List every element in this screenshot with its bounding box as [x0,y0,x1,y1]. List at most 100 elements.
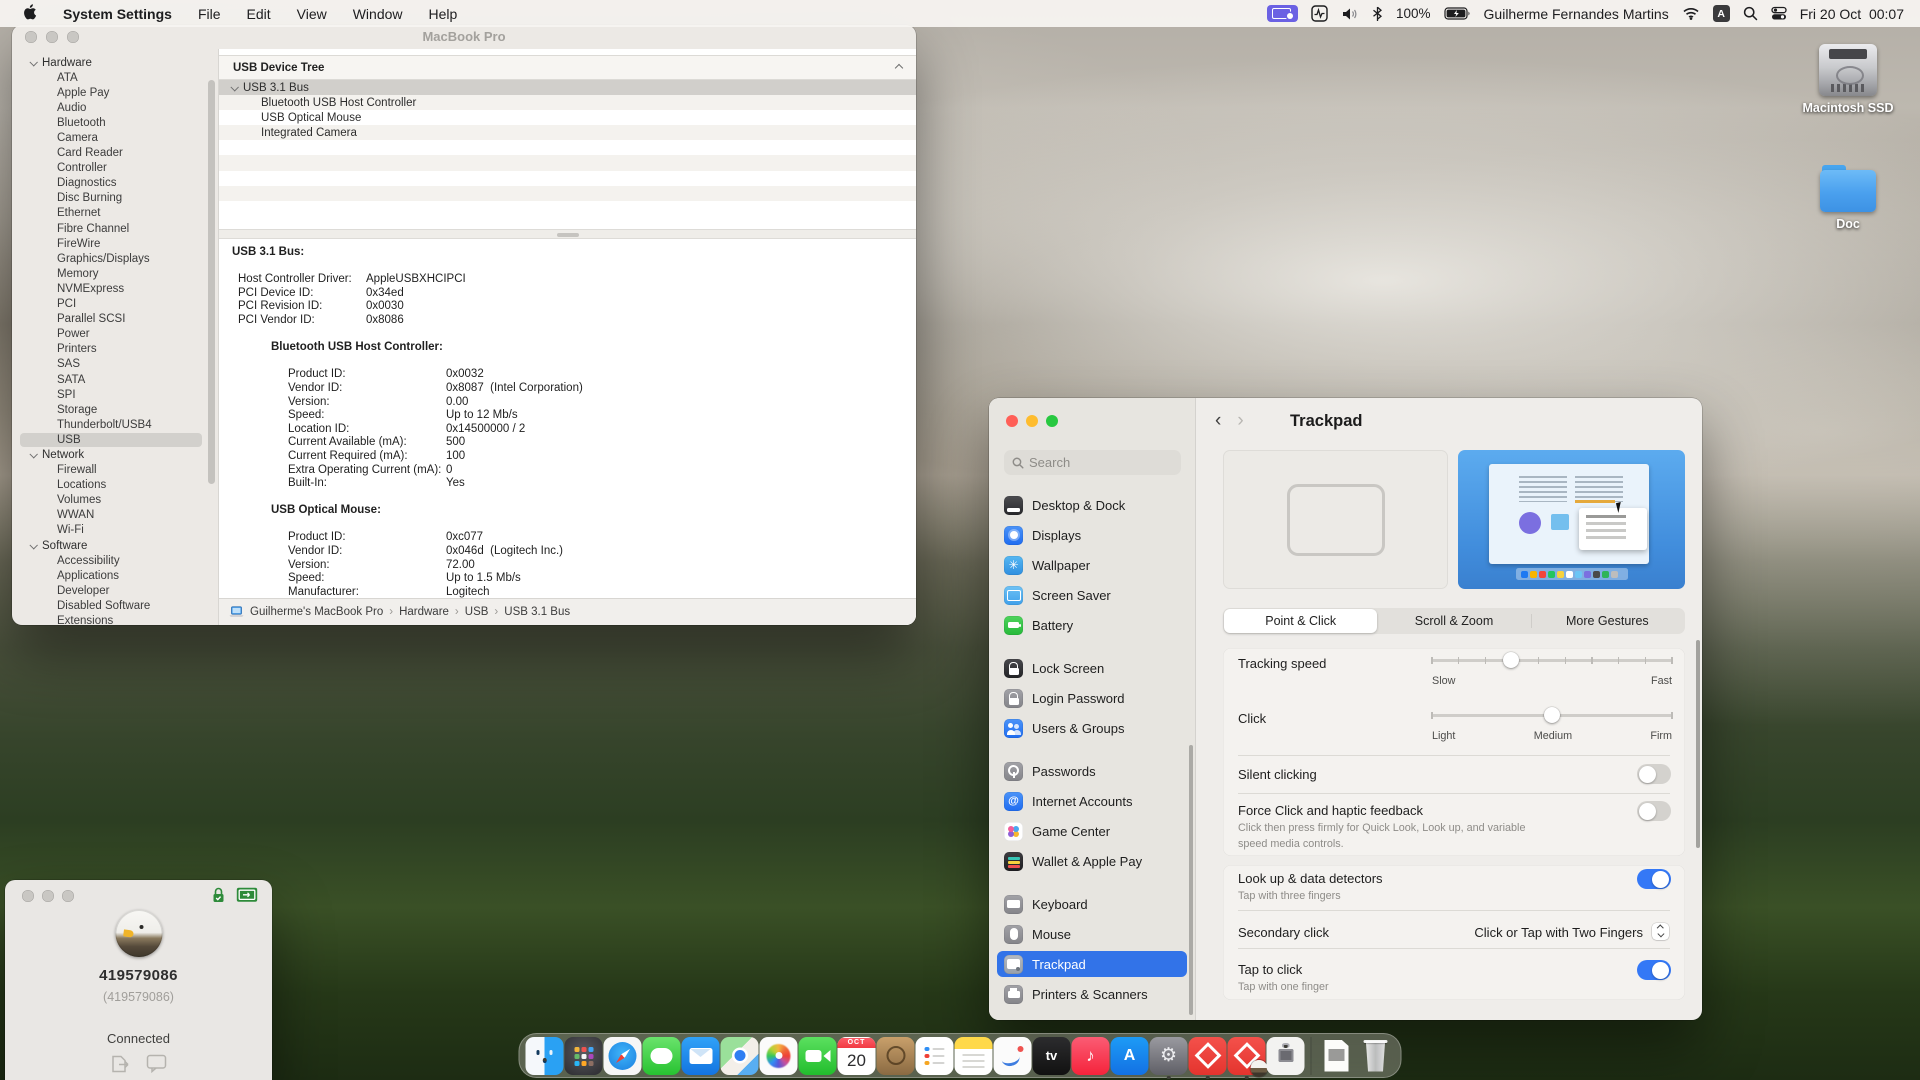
sysinfo-item-applications[interactable]: Applications [12,568,218,583]
sysinfo-item-spi[interactable]: SPI [12,387,218,402]
sysinfo-group-hardware[interactable]: Hardware [12,55,218,70]
sidebar-item-mouse[interactable]: Mouse [989,919,1195,949]
desktop-icon-macintosh-ssd[interactable]: Macintosh SSD [1788,44,1908,115]
sysinfo-item-sas[interactable]: SAS [12,357,218,372]
volume-icon[interactable] [1341,7,1359,21]
dock-photos-icon[interactable] [760,1037,798,1075]
dock-document-icon[interactable] [1318,1037,1356,1075]
search-icon[interactable] [1743,6,1758,21]
sysinfo-item-diagnostics[interactable]: Diagnostics [12,176,218,191]
sysinfo-item-developer[interactable]: Developer [12,583,218,598]
sidebar-item-screen-saver[interactable]: Screen Saver [989,580,1195,610]
file-transfer-icon[interactable] [110,1054,132,1079]
sidebar-item-passwords[interactable]: Passwords [989,756,1195,786]
tree-node-bluetooth-usb-host-controller[interactable]: Bluetooth USB Host Controller [219,95,916,110]
zoom-button[interactable] [62,890,74,902]
sysinfo-item-power[interactable]: Power [12,327,218,342]
sidebar-item-wallpaper[interactable]: ✳Wallpaper [989,550,1195,580]
tab-point-click[interactable]: Point & Click [1224,609,1377,633]
breadcrumb-item-usb-3-1-bus[interactable]: USB 3.1 Bus [504,606,570,618]
sysinfo-item-bluetooth[interactable]: Bluetooth [12,115,218,130]
secondary-click-stepper[interactable] [1652,923,1669,940]
sysinfo-item-volumes[interactable]: Volumes [12,493,218,508]
desktop-icon-doc[interactable]: Doc [1788,160,1908,231]
dock-notes-icon[interactable] [955,1037,993,1075]
sysinfo-item-usb[interactable]: USB [12,432,218,447]
dock-maps-icon[interactable] [721,1037,759,1075]
tab-more-gestures[interactable]: More Gestures [1531,609,1684,633]
tree-node-usb-optical-mouse[interactable]: USB Optical Mouse [219,110,916,125]
activity-monitor-icon[interactable] [1311,5,1328,22]
back-button[interactable]: ‹ [1215,410,1221,432]
apple-menu-icon[interactable] [22,3,37,24]
sysinfo-item-pci[interactable]: PCI [12,297,218,312]
sidebar-item-internet-accounts[interactable]: @Internet Accounts [989,786,1195,816]
dock-system-information-icon[interactable] [1267,1037,1305,1075]
sidebar-item-login-password[interactable]: Login Password [989,683,1195,713]
bluetooth-icon[interactable] [1372,6,1383,22]
dock-mail-icon[interactable] [682,1037,720,1075]
sysinfo-item-thunderbolt-usb4[interactable]: Thunderbolt/USB4 [12,417,218,432]
usb-device-tree-header[interactable]: USB Device Tree [219,55,916,80]
sysinfo-item-nvmexpress[interactable]: NVMExpress [12,281,218,296]
sysinfo-item-audio[interactable]: Audio [12,100,218,115]
sysinfo-item-controller[interactable]: Controller [12,161,218,176]
dock-safari-icon[interactable] [604,1037,642,1075]
breadcrumb-item-usb[interactable]: USB [465,606,489,618]
sysinfo-item-fibre-channel[interactable]: Fibre Channel [12,221,218,236]
sidebar-item-trackpad[interactable]: Trackpad [989,949,1195,979]
content-scrollbar[interactable] [1696,640,1700,848]
sysinfo-item-accessibility[interactable]: Accessibility [12,553,218,568]
splitter-handle[interactable] [219,229,916,239]
tap-to-click-toggle[interactable] [1637,960,1671,980]
menu-window[interactable]: Window [353,6,403,22]
dock-contacts-icon[interactable] [877,1037,915,1075]
sysinfo-item-sata[interactable]: SATA [12,372,218,387]
sysinfo-item-firewall[interactable]: Firewall [12,463,218,478]
minimize-button[interactable] [1026,415,1038,427]
sysinfo-item-storage[interactable]: Storage [12,402,218,417]
sidebar-item-desktop-dock[interactable]: Desktop & Dock [989,490,1195,520]
dock-calendar-icon[interactable]: OCT20 [838,1037,876,1075]
sysinfo-item-wwan[interactable]: WWAN [12,508,218,523]
screen-sharing-indicator-icon[interactable] [1267,5,1298,22]
tree-node-usb-3-1-bus[interactable]: USB 3.1 Bus [219,80,916,95]
sysinfo-group-network[interactable]: Network [12,447,218,462]
sidebar-item-printers-scanners[interactable]: Printers & Scanners [989,979,1195,1009]
sysinfo-item-card-reader[interactable]: Card Reader [12,146,218,161]
silent-clicking-toggle[interactable] [1637,764,1671,784]
sidebar-scrollbar[interactable] [1189,745,1193,1015]
dock-finder-icon[interactable] [526,1037,564,1075]
dock-reminders-icon[interactable] [916,1037,954,1075]
sidebar-item-lock-screen[interactable]: Lock Screen [989,653,1195,683]
menu-clock[interactable]: Fri 20 Oct 00:07 [1800,6,1904,22]
sidebar-item-keyboard[interactable]: Keyboard [989,889,1195,919]
tree-node-integrated-camera[interactable]: Integrated Camera [219,125,916,140]
tracking-speed-slider[interactable] [1432,652,1672,668]
force-click-toggle[interactable] [1637,801,1671,821]
dock-trash-icon[interactable] [1357,1037,1395,1075]
sidebar-item-battery[interactable]: Battery [989,610,1195,640]
menu-help[interactable]: Help [429,6,458,22]
menu-file[interactable]: File [198,6,221,22]
sysinfo-item-disc-burning[interactable]: Disc Burning [12,191,218,206]
sidebar-item-game-center[interactable]: Game Center [989,816,1195,846]
click-firmness-slider[interactable] [1432,707,1672,723]
menu-edit[interactable]: Edit [247,6,271,22]
sysinfo-group-software[interactable]: Software [12,538,218,553]
sysinfo-item-parallel-scsi[interactable]: Parallel SCSI [12,312,218,327]
settings-search-field[interactable] [1004,450,1181,475]
control-center-icon[interactable] [1771,6,1787,21]
chat-icon[interactable] [146,1054,167,1079]
sysinfo-item-ethernet[interactable]: Ethernet [12,206,218,221]
menu-app-name[interactable]: System Settings [63,6,172,22]
sysinfo-item-disabled-software[interactable]: Disabled Software [12,598,218,613]
sysinfo-item-ata[interactable]: ATA [12,70,218,85]
sidebar-item-displays[interactable]: Displays [989,520,1195,550]
sysinfo-item-graphics-displays[interactable]: Graphics/Displays [12,251,218,266]
dock-music-icon[interactable]: ♪ [1072,1037,1110,1075]
minimize-button[interactable] [42,890,54,902]
tab-scroll-zoom[interactable]: Scroll & Zoom [1377,609,1530,633]
slider-thumb[interactable] [1503,652,1519,668]
wifi-icon[interactable] [1682,7,1700,20]
